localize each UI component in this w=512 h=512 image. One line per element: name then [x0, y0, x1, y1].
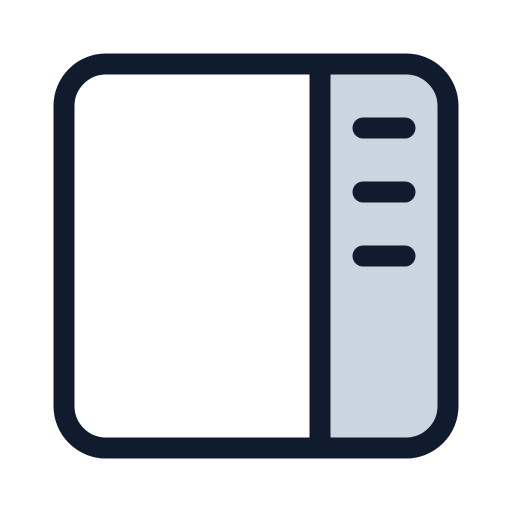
- icon-canvas: [0, 0, 512, 512]
- sidebar-right-menu-icon: [53, 53, 459, 459]
